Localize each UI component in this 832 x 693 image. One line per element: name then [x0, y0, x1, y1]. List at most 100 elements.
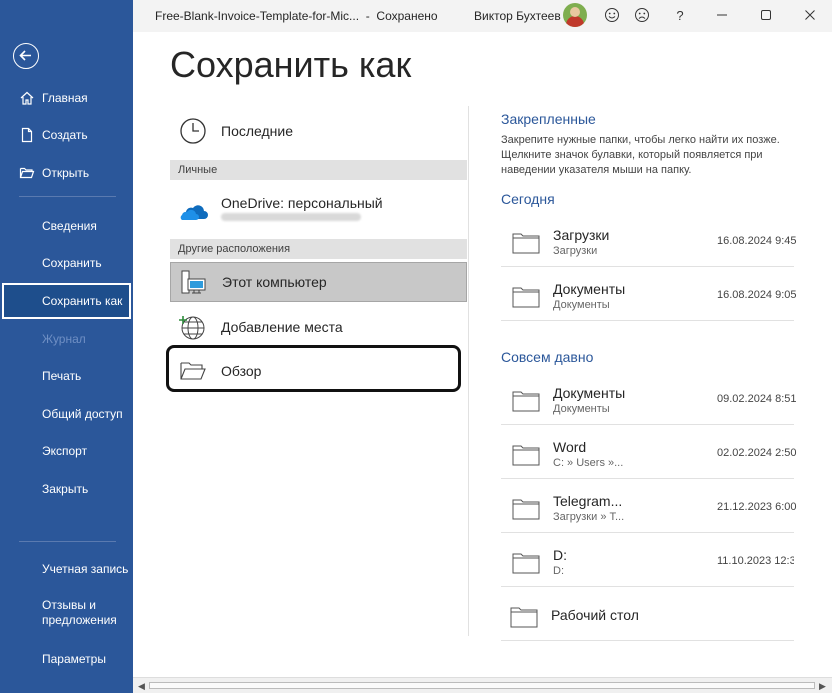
location-onedrive-label: OneDrive: персональный — [221, 195, 383, 211]
scrollbar-thumb[interactable] — [149, 682, 815, 689]
avatar[interactable] — [563, 3, 587, 27]
nav-open-label: Открыть — [42, 166, 90, 180]
folder-date: 11.10.2023 12:30 — [717, 555, 794, 567]
sidebar-divider — [19, 196, 116, 197]
nav-feedback[interactable]: Отзывы и предложения — [0, 592, 133, 634]
save-as-panel: Сохранить как Последние Личные OneDrive:… — [133, 32, 832, 677]
frown-feedback-icon[interactable] — [633, 6, 651, 24]
nav-info[interactable]: Сведения — [0, 208, 133, 244]
folder-icon — [512, 498, 540, 525]
nav-print[interactable]: Печать — [0, 358, 133, 394]
older-title: Совсем давно — [501, 349, 594, 365]
nav-share-label: Общий доступ — [42, 407, 123, 421]
folder-name: Telegram... — [553, 493, 623, 509]
globe-add-icon — [178, 312, 208, 342]
saved-status: Сохранено — [376, 9, 438, 23]
location-recent-label: Последние — [221, 123, 294, 139]
today-title: Сегодня — [501, 191, 555, 207]
folder-path: Загрузки » T... — [553, 511, 625, 523]
minimize-icon[interactable] — [713, 6, 731, 24]
location-add-place[interactable]: Добавление места — [170, 309, 467, 345]
folder-name: Загрузки — [553, 227, 610, 243]
folder-icon — [512, 232, 540, 259]
folder-date: 02.02.2024 2:50 — [717, 447, 797, 459]
folder-icon — [510, 606, 538, 633]
nav-feedback-label: Отзывы и предложения — [42, 598, 117, 627]
document-name: Free-Blank-Invoice-Template-for-Mic... — [155, 9, 360, 23]
location-recent[interactable]: Последние — [170, 113, 467, 149]
folder-path: Документы — [553, 403, 610, 415]
computer-icon — [179, 267, 209, 297]
document-title: Free-Blank-Invoice-Template-for-Mic... -… — [155, 9, 438, 23]
title-separator: - — [365, 9, 370, 23]
folder-path: Загрузки — [553, 245, 598, 257]
scroll-right-icon[interactable]: ▶ — [819, 681, 826, 692]
new-document-icon — [19, 127, 35, 143]
folder-name: Документы — [553, 385, 626, 401]
recent-folder-item[interactable]: Документы Документы 16.08.2024 9:05 — [501, 271, 797, 321]
folder-name: D: — [553, 547, 567, 563]
recent-folder-item[interactable]: Telegram... Загрузки » T... 21.12.2023 6… — [501, 483, 797, 533]
smiley-feedback-icon[interactable] — [603, 6, 621, 24]
nav-close-label: Закрыть — [42, 482, 89, 496]
open-folder-icon — [19, 165, 35, 181]
recent-folder-item[interactable]: Word C: » Users »... 02.02.2024 2:50 — [501, 429, 797, 479]
nav-options-label: Параметры — [42, 652, 106, 666]
nav-export[interactable]: Экспорт — [0, 433, 133, 469]
folder-path: D: — [553, 565, 564, 577]
browse-highlight-outline — [166, 345, 461, 392]
folder-icon — [512, 552, 540, 579]
user-name[interactable]: Виктор Бухтеев — [474, 9, 561, 23]
location-onedrive[interactable]: OneDrive: персональный — [170, 187, 467, 231]
nav-new-label: Создать — [42, 128, 88, 142]
nav-open[interactable]: Открыть — [0, 155, 133, 191]
nav-save-as-label: Сохранить как — [42, 294, 123, 308]
folder-icon — [512, 390, 540, 417]
folder-date: 09.02.2024 8:51 — [717, 393, 797, 405]
close-icon[interactable] — [801, 6, 819, 24]
panel-divider — [468, 106, 469, 636]
location-this-pc-label: Этот компьютер — [222, 274, 327, 290]
nav-account[interactable]: Учетная запись — [0, 551, 133, 587]
horizontal-scrollbar[interactable]: ◀ ▶ — [133, 677, 832, 693]
nav-print-label: Печать — [42, 369, 82, 383]
nav-options[interactable]: Параметры — [0, 641, 133, 677]
folder-date: 16.08.2024 9:45 — [717, 235, 797, 247]
maximize-icon[interactable] — [757, 6, 775, 24]
nav-share[interactable]: Общий доступ — [0, 396, 133, 432]
nav-save-as[interactable]: Сохранить как — [2, 283, 131, 319]
recent-folder-item[interactable]: Документы Документы 09.02.2024 8:51 — [501, 375, 797, 425]
folder-icon — [512, 444, 540, 471]
folder-name: Word — [553, 439, 587, 455]
folder-date: 16.08.2024 9:05 — [717, 289, 797, 301]
folder-name: Рабочий стол — [551, 607, 639, 623]
onedrive-account-email — [221, 213, 361, 221]
back-arrow-icon[interactable] — [13, 43, 39, 69]
nav-new[interactable]: Создать — [0, 117, 133, 153]
location-this-pc[interactable]: Этот компьютер — [170, 262, 467, 302]
onedrive-cloud-icon — [178, 201, 208, 231]
nav-history-label: Журнал — [42, 332, 86, 346]
nav-save[interactable]: Сохранить — [0, 245, 133, 281]
location-add-place-label: Добавление места — [221, 319, 343, 335]
page-title: Сохранить как — [170, 44, 412, 85]
help-button[interactable]: ? — [671, 6, 689, 24]
nav-export-label: Экспорт — [42, 444, 88, 458]
folder-path: C: » Users »... — [553, 457, 624, 469]
recent-folder-item[interactable]: D: D: 11.10.2023 12:30 — [501, 537, 794, 587]
scroll-left-icon[interactable]: ◀ — [138, 681, 145, 692]
backstage-sidebar: Главная Создать Открыть Сведения Сохрани… — [0, 0, 133, 693]
pinned-description: Закрепите нужные папки, чтобы легко найт… — [501, 134, 780, 176]
folder-icon — [512, 286, 540, 313]
recent-folder-item[interactable]: Рабочий стол — [501, 591, 794, 641]
nav-history: Журнал — [0, 321, 133, 357]
sidebar-divider — [19, 541, 116, 542]
section-personal: Личные — [170, 160, 467, 180]
home-icon — [19, 90, 35, 106]
nav-close[interactable]: Закрыть — [0, 471, 133, 507]
folder-date: 21.12.2023 6:00 — [717, 501, 797, 513]
folder-name: Документы — [553, 281, 626, 297]
nav-account-label: Учетная запись — [42, 562, 129, 576]
nav-home[interactable]: Главная — [0, 80, 133, 116]
recent-folder-item[interactable]: Загрузки Загрузки 16.08.2024 9:45 — [501, 217, 797, 267]
